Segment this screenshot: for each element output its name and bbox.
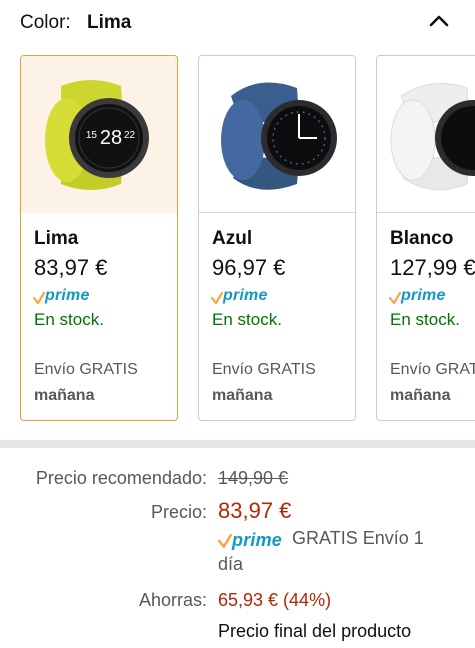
product-image-blanco (377, 56, 475, 213)
variant-price: 83,97 € (34, 255, 108, 280)
prime-label: prime (401, 287, 446, 304)
savings-label: Ahorras: (138, 590, 207, 610)
product-image-azul (199, 56, 355, 213)
list-price-value: 149,90 € (218, 468, 289, 488)
prime-badge: prime (211, 285, 268, 305)
variant-card-blanco[interactable]: Blanco 127,99 € prime En stock. Envío GR… (376, 55, 475, 421)
delivery-text-line1: GRATIS Envío 1 (292, 528, 424, 548)
prime-badge: prime (389, 285, 446, 305)
final-price-note: Precio final del producto (218, 621, 412, 641)
section-divider (0, 440, 475, 448)
watch-face-minutes: 28 (100, 127, 122, 149)
watch-face-seconds: 22 (124, 130, 136, 141)
watch-face-hours: 15 (86, 130, 98, 141)
list-price-label: Precio recomendado: (35, 468, 207, 488)
color-variant-carousel[interactable]: 15 28 22 Lima 83,97 € prime En stock. En… (0, 55, 475, 425)
prime-check-icon (211, 291, 223, 305)
prime-check-icon (33, 291, 45, 305)
shipping-info: Envío GRATIS (212, 361, 316, 378)
savings-value: 65,93 € (44%) (218, 590, 332, 610)
prime-delivery: prime GRATIS Envío 1 (218, 528, 424, 549)
color-label: Color: (20, 12, 71, 33)
color-selector-header: Color: Lima (0, 0, 475, 46)
prime-check-icon (389, 291, 401, 305)
product-image-lima: 15 28 22 (21, 56, 177, 213)
chevron-up-icon (429, 15, 449, 27)
variant-name: Azul (212, 228, 253, 249)
shipping-day: mañana (34, 387, 95, 404)
variant-card-lima[interactable]: 15 28 22 Lima 83,97 € prime En stock. En… (20, 55, 178, 421)
stock-status: En stock. (390, 310, 460, 329)
prime-badge: prime (218, 529, 282, 549)
variant-price: 96,97 € (212, 255, 286, 280)
variant-card-azul[interactable]: Azul 96,97 € prime En stock. Envío GRATI… (198, 55, 356, 421)
shipping-info: Envío GRATIS (390, 361, 475, 378)
variant-price: 127,99 € (390, 255, 475, 280)
price-value: 83,97 € (218, 498, 292, 523)
stock-status: En stock. (212, 310, 282, 329)
prime-label: prime (223, 287, 268, 304)
prime-badge: prime (33, 285, 90, 305)
prime-label: prime (232, 529, 283, 550)
selected-color-value: Lima (87, 12, 132, 33)
variant-name: Lima (34, 228, 79, 249)
collapse-color-button[interactable] (424, 6, 454, 36)
stock-status: En stock. (34, 310, 104, 329)
shipping-day: mañana (390, 387, 451, 404)
prime-check-icon (218, 533, 232, 548)
price-label: Precio: (150, 502, 207, 522)
shipping-info: Envío GRATIS (34, 361, 138, 378)
delivery-text-line2: día (218, 554, 244, 574)
prime-label: prime (45, 287, 90, 304)
shipping-day: mañana (212, 387, 273, 404)
variant-name: Blanco (390, 228, 454, 249)
